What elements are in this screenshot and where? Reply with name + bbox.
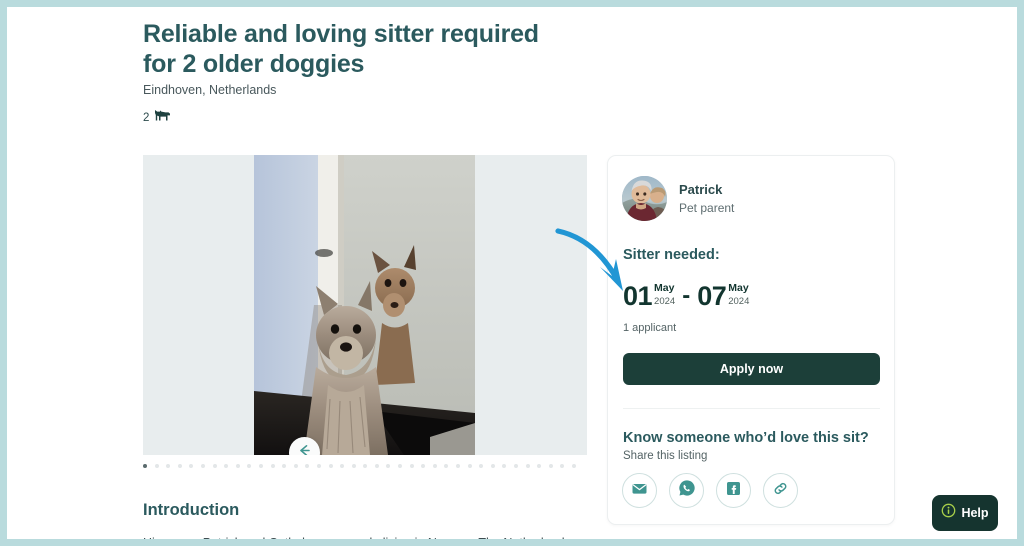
gallery-dot[interactable] bbox=[537, 464, 542, 468]
introduction-heading: Introduction bbox=[143, 501, 240, 519]
gallery-dot[interactable] bbox=[305, 464, 310, 468]
gallery-dot[interactable] bbox=[235, 464, 240, 468]
gallery-dot[interactable] bbox=[421, 464, 426, 468]
gallery-dot[interactable] bbox=[374, 464, 379, 468]
gallery-pagination-dots[interactable] bbox=[143, 462, 587, 470]
start-date-day: 01 bbox=[623, 281, 653, 311]
gallery-dot[interactable] bbox=[514, 464, 518, 468]
share-email-button[interactable] bbox=[622, 473, 657, 508]
gallery-dot[interactable] bbox=[200, 464, 205, 468]
gallery-dot[interactable] bbox=[270, 464, 275, 468]
owner-role: Pet parent bbox=[679, 200, 735, 215]
info-icon bbox=[941, 503, 956, 523]
owner-name: Patrick bbox=[679, 181, 723, 197]
date-separator: - bbox=[682, 282, 691, 309]
gallery-dot[interactable] bbox=[432, 464, 437, 468]
share-link-button[interactable] bbox=[763, 473, 798, 508]
gallery-dot[interactable] bbox=[363, 464, 368, 468]
gallery-dot[interactable] bbox=[154, 464, 159, 468]
dog-icon bbox=[154, 109, 171, 127]
end-date-month: May bbox=[728, 282, 749, 294]
sitter-needed-label: Sitter needed: bbox=[623, 247, 720, 263]
gallery-dot[interactable] bbox=[224, 464, 229, 468]
link-icon bbox=[772, 480, 789, 502]
end-date: 07 May 2024 bbox=[697, 282, 749, 310]
gallery-dot[interactable] bbox=[177, 464, 182, 468]
share-facebook-button[interactable] bbox=[716, 473, 751, 508]
gallery-dot[interactable] bbox=[479, 464, 484, 468]
gallery-dot[interactable] bbox=[386, 464, 391, 468]
applicant-count: 1 applicant bbox=[623, 322, 677, 334]
listing-sidebar-card: Patrick Pet parent Sitter needed: 01 May… bbox=[607, 155, 895, 525]
gallery-dot[interactable] bbox=[247, 464, 252, 468]
gallery-dot[interactable] bbox=[189, 464, 194, 468]
apply-now-button[interactable]: Apply now bbox=[623, 353, 880, 385]
photo-gallery[interactable] bbox=[143, 155, 587, 455]
page-title: Reliable and loving sitter required for … bbox=[143, 20, 539, 78]
gallery-dot[interactable] bbox=[351, 464, 356, 468]
card-divider bbox=[623, 408, 880, 409]
gallery-dot[interactable] bbox=[490, 464, 495, 468]
gallery-dot[interactable] bbox=[456, 464, 461, 468]
facebook-icon bbox=[725, 480, 742, 502]
pet-count: 2 bbox=[143, 109, 171, 127]
share-heading: Know someone who’d love this sit? bbox=[623, 430, 869, 446]
gallery-dot[interactable] bbox=[560, 464, 565, 468]
listing-photo bbox=[254, 155, 475, 455]
gallery-dot[interactable] bbox=[166, 464, 171, 468]
gallery-dot[interactable] bbox=[328, 464, 333, 468]
end-date-year: 2024 bbox=[728, 296, 750, 307]
start-date-month: May bbox=[654, 282, 675, 294]
listing-location: Eindhoven, Netherlands bbox=[143, 83, 277, 97]
gallery-dot[interactable] bbox=[398, 464, 403, 468]
gallery-dot[interactable] bbox=[548, 464, 553, 468]
gallery-dot[interactable] bbox=[293, 464, 298, 468]
gallery-dot[interactable] bbox=[525, 464, 530, 468]
gallery-dot[interactable] bbox=[282, 464, 287, 468]
help-label: Help bbox=[961, 506, 989, 520]
sit-date-range: 01 May 2024 - 07 May 2024 bbox=[623, 282, 749, 310]
gallery-dot[interactable] bbox=[502, 464, 507, 468]
arrow-left-icon bbox=[297, 443, 312, 455]
end-date-day: 07 bbox=[697, 281, 727, 311]
gallery-dot[interactable] bbox=[316, 464, 321, 468]
gallery-dot[interactable] bbox=[467, 464, 472, 468]
gallery-dot[interactable] bbox=[212, 464, 217, 468]
gallery-dot[interactable] bbox=[258, 464, 263, 468]
help-button[interactable]: Help bbox=[932, 495, 998, 531]
start-date: 01 May 2024 bbox=[623, 282, 675, 310]
avatar bbox=[622, 176, 667, 221]
share-whatsapp-button[interactable] bbox=[669, 473, 704, 508]
gallery-dot[interactable] bbox=[409, 464, 414, 468]
gallery-dot[interactable] bbox=[143, 464, 147, 468]
whatsapp-icon bbox=[678, 479, 696, 502]
gallery-dot[interactable] bbox=[444, 464, 449, 468]
share-subheading: Share this listing bbox=[623, 450, 708, 462]
pet-count-label: 2 bbox=[143, 112, 150, 124]
email-icon bbox=[631, 480, 648, 502]
introduction-body: Hi, we are Patrick and Cathelyne, a coup… bbox=[143, 534, 573, 539]
gallery-dot[interactable] bbox=[340, 464, 345, 468]
start-date-year: 2024 bbox=[654, 296, 676, 307]
owner-info[interactable]: Patrick Pet parent bbox=[622, 176, 734, 221]
share-buttons bbox=[622, 473, 798, 508]
gallery-dot[interactable] bbox=[571, 464, 576, 468]
page-frame: Reliable and loving sitter required for … bbox=[7, 7, 1017, 539]
